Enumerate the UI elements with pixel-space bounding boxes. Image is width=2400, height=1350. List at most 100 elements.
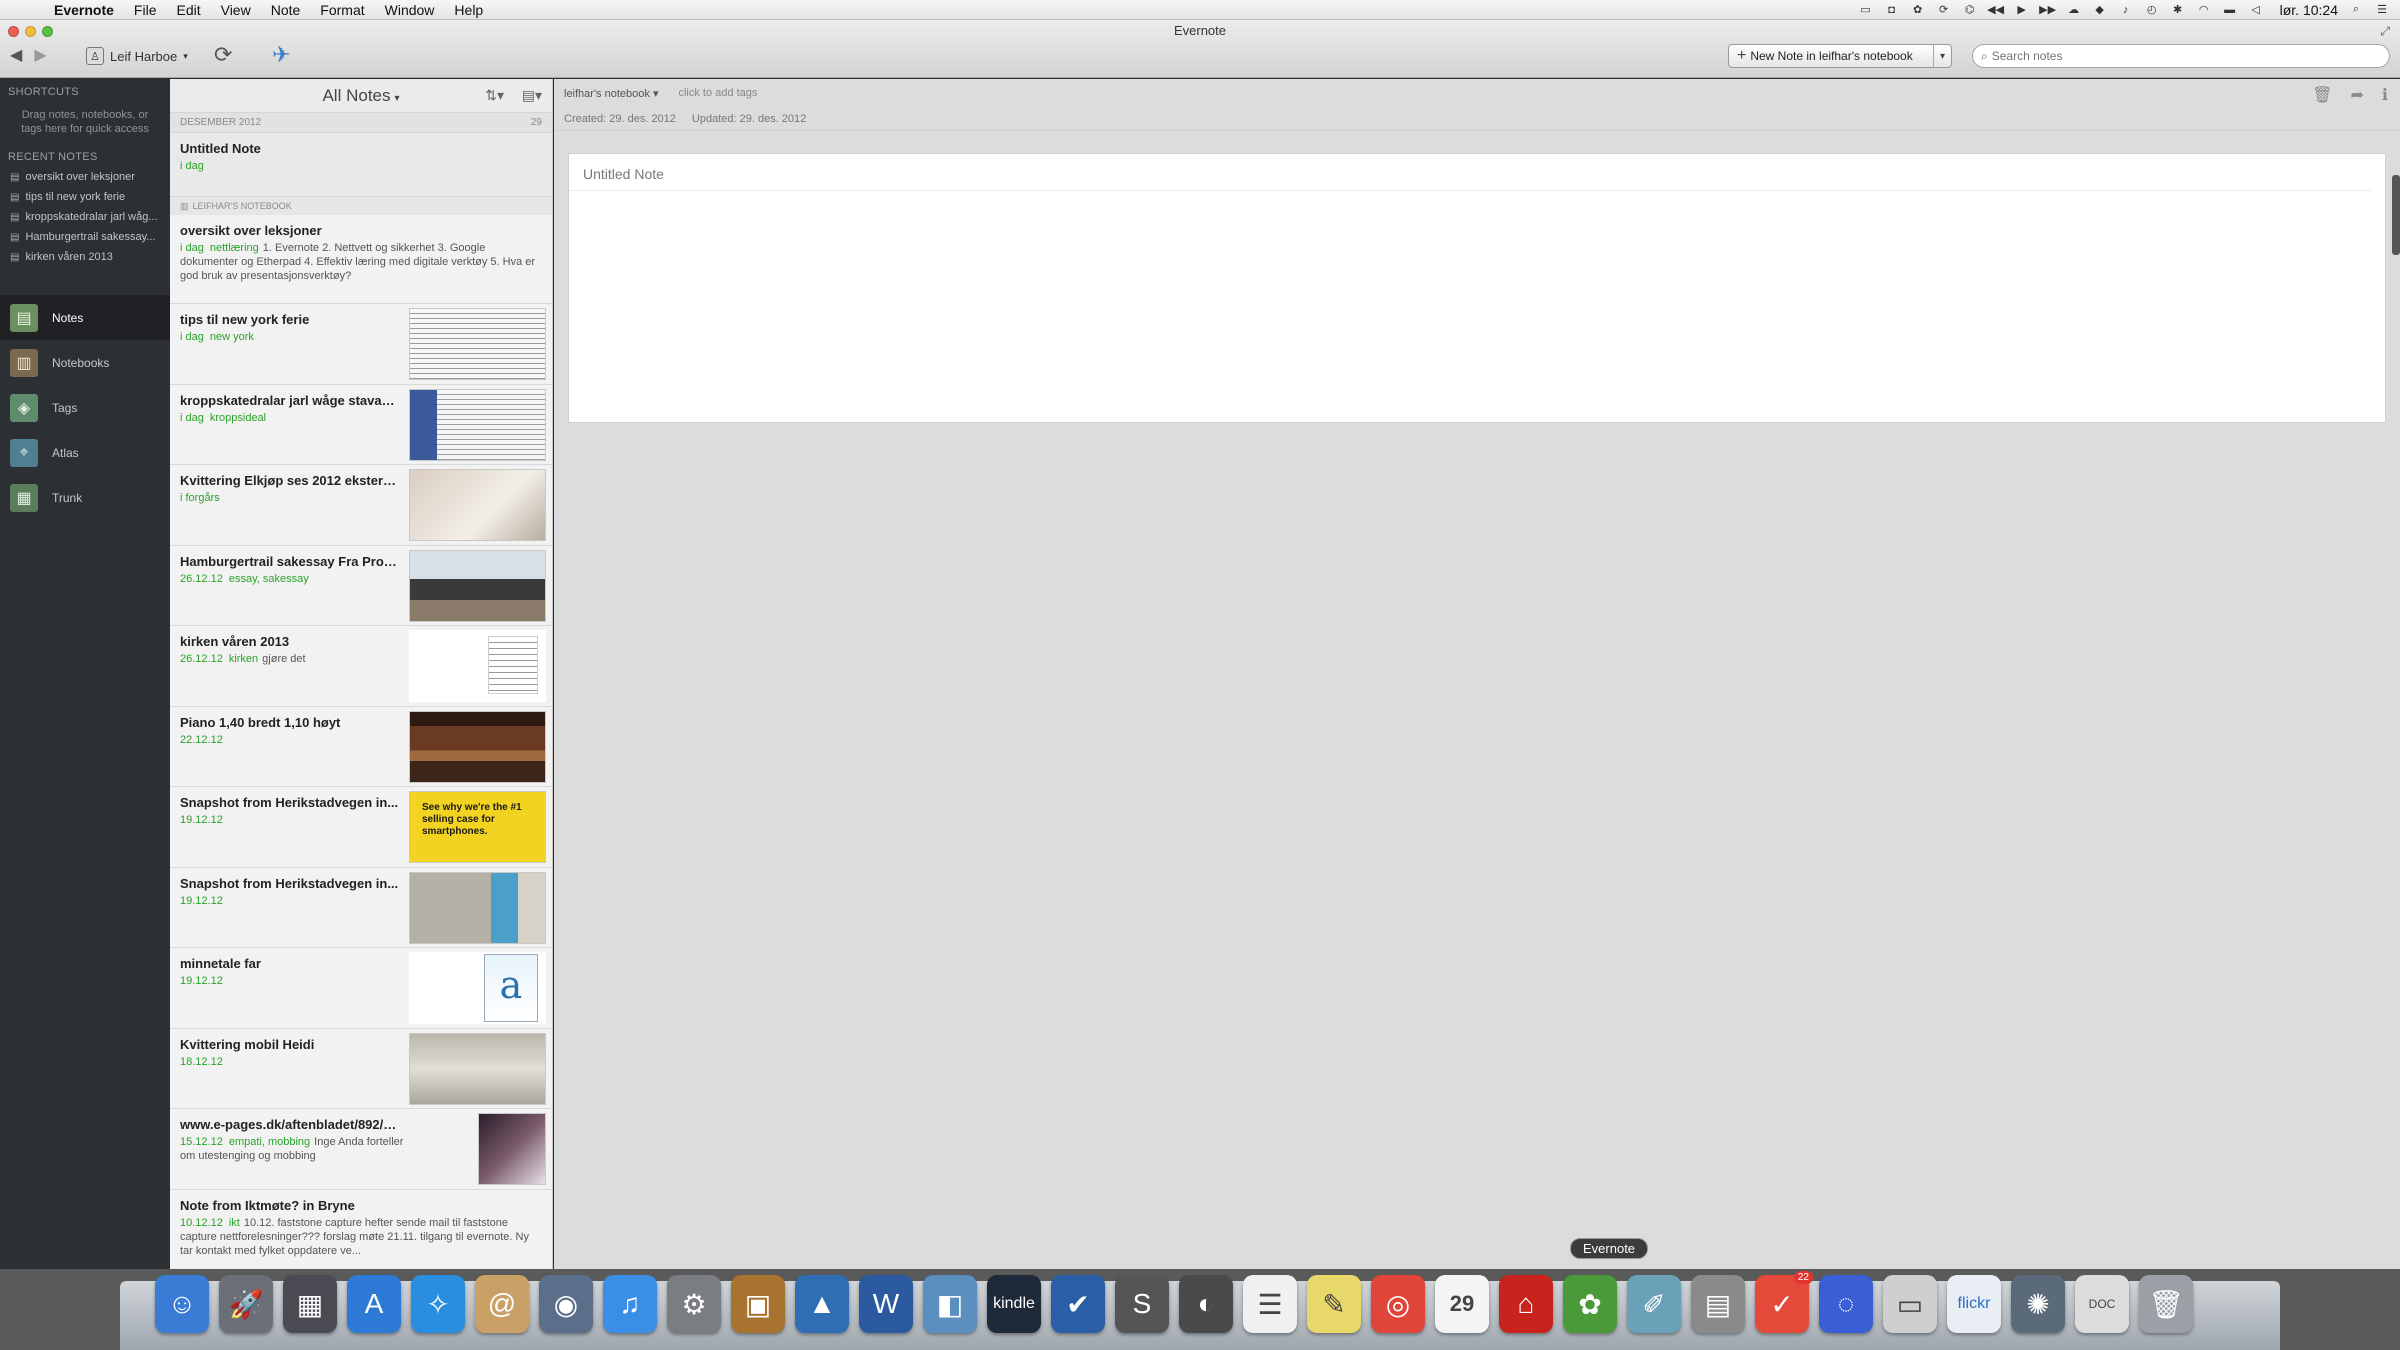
recent-note-item[interactable]: ▤ Hamburgertrail sakessay... [0,227,170,247]
menu-window[interactable]: Window [375,2,445,18]
back-arrow-icon[interactable]: ◀ [10,45,22,65]
account-button[interactable]: ♙ Leif Harboe ▾ [80,44,194,68]
forward-icon[interactable]: ▶▶ [2039,4,2056,16]
sort-options-icon[interactable]: ⇅▾ [485,87,504,104]
sync-icon[interactable]: ⟳ [214,42,232,68]
info-icon[interactable]: ℹ [2382,85,2388,105]
screen-record-icon[interactable]: ▭ [1858,4,1874,16]
note-list-item[interactable]: tips til new york ferie i dag new york [170,304,552,385]
keynote-dock-icon[interactable]: ▲ [795,1275,849,1333]
recent-note-item[interactable]: ▤ kroppskatedralar jarl wåg... [0,207,170,227]
todo-dock-icon[interactable]: ✔ [1051,1275,1105,1333]
skype-dock-icon[interactable]: S [1115,1275,1169,1333]
fullscreen-icon[interactable]: ⤢ [2380,24,2390,39]
recent-note-item[interactable]: ▤ kirken våren 2013 [0,247,170,267]
preview-dock-icon[interactable]: ◧ [923,1275,977,1333]
search-box[interactable]: ⌕ [1972,44,2390,68]
add-tags-field[interactable]: click to add tags [678,87,757,99]
camera-icon[interactable]: ◘ [1884,4,1900,16]
recent-note-item[interactable]: ▤ tips til new york ferie [0,187,170,207]
note-body[interactable]: Untitled Note [568,153,2386,423]
trash-icon[interactable]: 🗑 [2312,85,2332,105]
menu-edit[interactable]: Edit [166,2,210,18]
new-note-dropdown-icon[interactable]: ▾ [1933,45,1951,67]
flickr-uploadr-dock-icon[interactable]: flickr [1947,1275,2001,1333]
sidebar-item-atlas[interactable]: ⌖ Atlas [0,430,170,475]
note-list-item[interactable]: Untitled Note i dag [170,133,552,197]
bluetooth-icon[interactable]: ✱ [2170,4,2186,16]
note-list-item[interactable]: Kvittering mobil Heidi 18.12.12 [170,1028,552,1109]
sidebar-item-notebooks[interactable]: ▥ Notebooks [0,340,170,385]
menu-format[interactable]: Format [310,2,374,18]
wunderlist-dock-icon[interactable]: ✓ 22 [1755,1271,1813,1333]
bell-icon[interactable]: ♪ [2118,4,2134,16]
broadcast-icon[interactable]: ⌬ [1962,4,1978,16]
mission-control-dock-icon[interactable]: ▦ [283,1275,337,1333]
itunes-dock-icon[interactable]: ♫ [603,1275,657,1333]
menu-view[interactable]: View [211,2,261,18]
play-icon[interactable]: ▶ [2014,4,2030,16]
uplink-dock-icon[interactable]: ◌ [1819,1275,1873,1333]
chrome-dock-icon[interactable]: ◎ [1371,1275,1425,1333]
scanner-dock-icon[interactable]: ▭ [1883,1275,1937,1333]
evernote-status-icon[interactable]: ✿ [1910,4,1926,16]
note-list-item[interactable]: Note from Iktmøte? in Bryne 10.12.12 ikt 1… [170,1189,552,1269]
note-list-item[interactable]: kroppskatedralar jarl wåge stavan... i d… [170,384,552,465]
time-machine-icon[interactable]: ◴ [2144,4,2160,16]
photos-dock-icon[interactable]: ▣ [731,1275,785,1333]
scrivener-dock-icon[interactable]: ✐ [1627,1275,1681,1333]
dropbox-icon[interactable]: ◆ [2092,4,2108,16]
system-preferences-dock-icon[interactable]: ⚙ [667,1275,721,1333]
volume-icon[interactable]: ◁ [2248,4,2264,16]
note-list-item[interactable]: Snapshot from Herikstadvegen in... 19.12… [170,787,552,868]
note-title-field[interactable]: Untitled Note [569,154,2371,191]
word-dock-icon[interactable]: W [859,1275,913,1333]
ical-dock-icon[interactable]: 29 [1435,1275,1489,1333]
atlas-pin-icon[interactable]: ✈ [272,42,290,68]
all-notes-selector[interactable]: All Notes ▾ [322,86,399,106]
scrollbar[interactable] [2392,175,2400,255]
note-list-item[interactable]: Snapshot from Herikstadvegen in... 19.12… [170,867,552,948]
sidebar-item-trunk[interactable]: ▦ Trunk [0,475,170,520]
menu-clock[interactable]: lør. 10:24 [2280,2,2338,18]
iphoto-dock-icon[interactable]: ◉ [539,1275,593,1333]
menu-app-name[interactable]: Evernote [44,2,124,18]
app-store-dock-icon[interactable]: A [347,1275,401,1333]
note-list-item[interactable]: Piano 1,40 bredt 1,10 høyt 22.12.12 [170,706,552,787]
reminders-dock-icon[interactable]: ☰ [1243,1275,1297,1333]
stickies-dock-icon[interactable]: ✎ [1307,1275,1361,1333]
documents-stack-dock-icon[interactable]: DOC [2075,1275,2129,1333]
note-list-item[interactable]: www.e-pages.dk/aftenbladet/892/scripts/?… [170,1109,552,1190]
recent-note-item[interactable]: ▤ oversikt over leksjoner [0,167,170,187]
menu-file[interactable]: File [124,2,167,18]
share-icon[interactable]: ➦ [2351,85,2364,105]
note-list-item[interactable]: Kvittering Elkjøp ses 2012 ekstern... i … [170,465,552,546]
notebook-selector[interactable]: leifhar's notebook ▾ [564,87,658,100]
note-list-item[interactable]: Hamburgertrail sakessay Fra Pros... 26.1… [170,545,552,626]
facetime-dock-icon[interactable]: ◐ [1179,1275,1233,1333]
kindle-dock-icon[interactable]: kindle [987,1275,1041,1333]
finder-dock-icon[interactable]: ☺ [155,1275,209,1333]
note-list-item[interactable]: oversikt over leksjoner i dag nettlæring 1… [170,215,552,304]
menu-note[interactable]: Note [261,2,311,18]
search-input[interactable] [1991,49,2372,63]
calculator-dock-icon[interactable]: ▤ [1691,1275,1745,1333]
note-list-item[interactable]: minnetale far 19.12.12 a [170,948,552,1029]
sync-status-icon[interactable]: ⟳ [1936,4,1952,16]
flag-icon[interactable]: ▬ [2222,4,2238,16]
cloud-icon[interactable]: ☁ [2066,4,2082,16]
forward-arrow-icon[interactable]: ▶ [34,45,46,65]
notification-center-icon[interactable]: ☰ [2374,4,2390,16]
spotlight-icon[interactable]: ⌕ [2348,3,2364,16]
evernote-dock-icon[interactable]: ✿ [1563,1275,1617,1333]
sidebar-item-notes[interactable]: ▤ Notes [0,295,170,340]
wifi-icon[interactable]: ◠ [2196,4,2212,16]
trash-dock-icon[interactable]: 🗑 [2139,1275,2193,1333]
contacts-dock-icon[interactable]: @ [475,1275,529,1333]
safari-dock-icon[interactable]: ✧ [411,1275,465,1333]
new-note-button[interactable]: + New Note in leifhar's notebook ▾ [1728,44,1952,68]
note-list-item[interactable]: kirken våren 2013 26.12.12 kirken gjøre de… [170,626,552,707]
view-options-icon[interactable]: ▤▾ [522,87,542,104]
menu-help[interactable]: Help [444,2,493,18]
rewind-icon[interactable]: ◀◀ [1987,4,2004,16]
